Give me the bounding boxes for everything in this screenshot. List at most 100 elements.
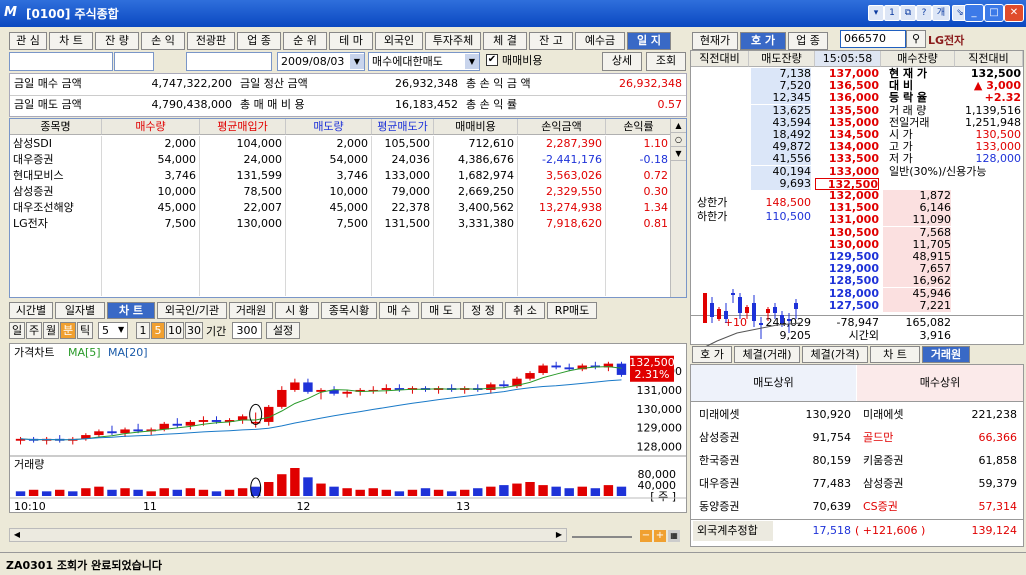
right-tab-2[interactable]: 업 종 [788,32,828,50]
chart-scrollbar[interactable]: ◀ ▶ [9,528,567,542]
table-row[interactable]: 삼성SDI 2,000 104,000 2,000 105,500 712,610 2,28… [10,136,672,152]
ask-price[interactable]: 133,500 [815,153,879,165]
calendar-dropdown-icon[interactable]: ▼ [350,54,364,69]
personal-icon[interactable]: 개 [932,5,950,21]
top-tab-6[interactable]: 순 위 [283,32,327,50]
broker-tab-1[interactable]: 체결(거래) [734,346,800,363]
chart-tab-0[interactable]: 시간별 [9,302,53,319]
column-header[interactable]: 평균매도가 [372,119,434,135]
table-row[interactable]: 대우증권 54,000 24,000 54,000 24,036 4,386,676 -2,… [10,152,672,168]
period-button-1[interactable]: 주 [26,322,42,339]
chevron-down-icon[interactable]: ▼ [118,325,124,334]
column-header[interactable]: 매매비용 [434,119,518,135]
ask-price[interactable]: 135,500 [815,104,879,117]
zoom-in-icon[interactable]: + [654,530,666,542]
sell-broker-name[interactable]: 삼성증권 [699,428,769,448]
scroll-up-icon[interactable]: ▲ [671,119,686,133]
chart-tab-2[interactable]: 차 트 [107,302,155,319]
top-tab-0[interactable]: 관 심 [9,32,47,50]
broker-tab-3[interactable]: 차 트 [870,346,920,363]
screen-number-icon[interactable]: 1 [884,5,900,21]
broker-tab-2[interactable]: 체결(가격) [802,346,868,363]
ask-price[interactable]: 133,000 [815,165,879,178]
chart-tab-7[interactable]: 매 수 [379,302,419,319]
settings-button[interactable]: 설정 [266,322,300,339]
scroll-down-icon[interactable]: ▼ [671,147,686,161]
chart-tab-4[interactable]: 거래원 [229,302,273,319]
ask-price[interactable]: 134,000 [815,141,879,153]
bid-price[interactable]: 130,500 [815,226,879,239]
sell-broker-name[interactable]: 동양증권 [699,497,769,517]
buy-broker-name[interactable]: CS증권 [863,497,933,517]
mode-select[interactable]: 매수에대한매도 [368,52,480,71]
zoom-out-icon[interactable]: − [640,530,652,542]
scroll-left-icon[interactable]: ◀ [10,529,24,541]
bid-price[interactable]: 131,000 [815,214,879,226]
bid-price[interactable]: 127,500 [815,299,879,312]
minute-button-1[interactable]: 5 [151,322,165,339]
table-row[interactable]: LG전자 7,500 130,000 7,500 131,500 3,331,380 7,9… [10,216,672,232]
broker-tab-4[interactable]: 거래원 [922,346,970,363]
sell-broker-name[interactable]: 한국증권 [699,451,769,471]
ask-price[interactable]: 137,000 [815,68,879,80]
dropdown-icon[interactable]: ▾ [868,5,884,21]
fee-checkbox[interactable]: ✔ [486,54,498,66]
copy-icon[interactable]: ⧉ [900,5,916,21]
bid-price[interactable]: 129,000 [815,263,879,275]
scroll-top-icon[interactable]: ○ [671,133,686,147]
ask-price[interactable]: 135,000 [815,116,879,129]
chart-tab-1[interactable]: 일자별 [55,302,105,319]
top-tab-1[interactable]: 차 트 [49,32,93,50]
sell-broker-name[interactable]: 대우증권 [699,474,769,494]
ask-price[interactable]: 136,500 [815,80,879,92]
minute-button-3[interactable]: 30 [185,322,203,339]
column-header[interactable]: 평균매입가 [200,119,286,135]
bid-price[interactable]: 132,000 [815,190,879,202]
grid-icon[interactable]: ▦ [668,530,680,542]
chart-tab-6[interactable]: 종목시황 [321,302,377,319]
ask-price[interactable]: 134,500 [815,129,879,141]
span-input[interactable]: 300 [232,322,262,339]
help-icon[interactable]: ? [916,5,932,21]
period-button-0[interactable]: 일 [9,322,25,339]
chart-tab-5[interactable]: 시 황 [275,302,319,319]
minimize-button[interactable]: _ [964,4,984,22]
detail-button[interactable]: 상세 [602,52,642,71]
column-header[interactable]: 매수량 [102,119,200,135]
column-header[interactable]: 손익률 [606,119,672,135]
period-button-2[interactable]: 월 [43,322,59,339]
buy-broker-name[interactable]: 미래에셋 [863,405,933,425]
search-icon[interactable]: ⚲ [906,30,926,48]
buy-broker-name[interactable]: 삼성증권 [863,474,933,494]
query-button[interactable]: 조회 [646,52,686,71]
chart-tab-10[interactable]: 취 소 [505,302,545,319]
chart-tab-3[interactable]: 외국인/기관 [157,302,227,319]
top-tab-4[interactable]: 전광판 [187,32,235,50]
bid-price[interactable]: 131,500 [815,202,879,214]
top-tab-8[interactable]: 외국인 [375,32,423,50]
bid-price[interactable]: 128,500 [815,275,879,287]
bid-price[interactable]: 129,500 [815,251,879,263]
stock-code-input[interactable]: 066570 [840,30,906,48]
right-tab-1[interactable]: 호 가 [740,32,786,50]
buy-broker-name[interactable]: 골드만 [863,428,933,448]
broker-tab-0[interactable]: 호 가 [692,346,732,363]
chevron-down-icon[interactable]: ▼ [465,54,479,69]
account-sub-input[interactable] [114,52,154,71]
period-button-4[interactable]: 틱 [77,322,93,339]
maximize-button[interactable]: □ [984,4,1004,22]
password-input[interactable] [186,52,272,71]
period-button-3[interactable]: 분 [60,322,76,339]
chart-tab-8[interactable]: 매 도 [421,302,461,319]
close-button[interactable]: ✕ [1004,4,1024,22]
bid-price[interactable]: 128,000 [815,287,879,300]
top-tab-13[interactable]: 일 지 [627,32,671,50]
minute-button-2[interactable]: 10 [166,322,184,339]
table-row[interactable]: 삼성증권 10,000 78,500 10,000 79,000 2,669,250 2,3… [10,184,672,200]
column-header[interactable]: 손익금액 [518,119,606,135]
top-tab-5[interactable]: 업 종 [237,32,281,50]
top-tab-9[interactable]: 투자주체 [425,32,481,50]
top-tab-11[interactable]: 잔 고 [529,32,573,50]
top-tab-3[interactable]: 손 익 [141,32,185,50]
top-tab-2[interactable]: 잔 량 [95,32,139,50]
